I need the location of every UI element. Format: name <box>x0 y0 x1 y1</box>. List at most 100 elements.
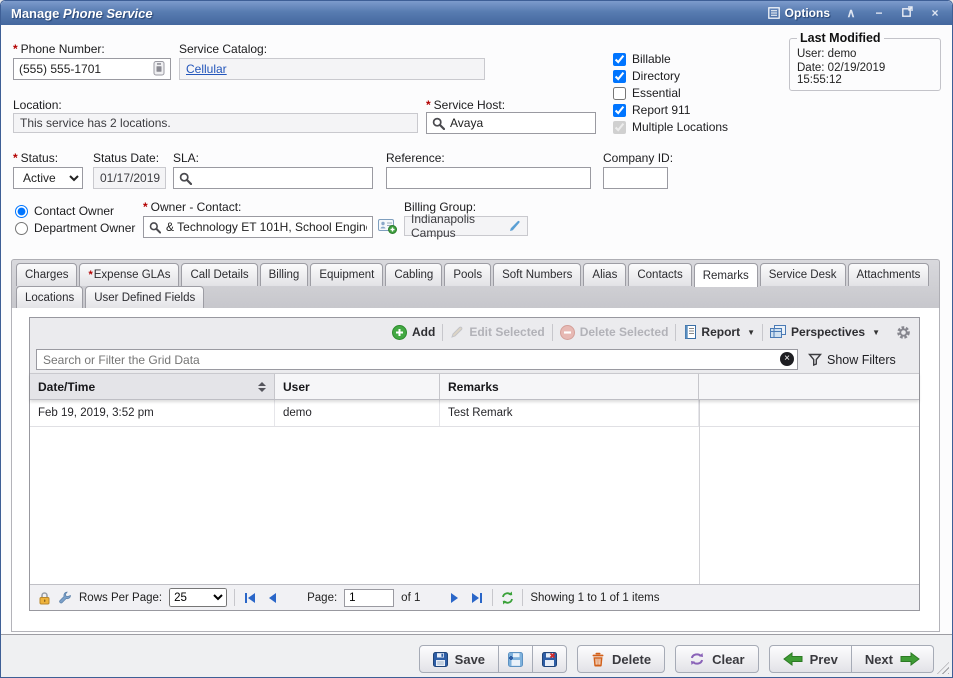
tab-pools[interactable]: Pools <box>444 263 491 286</box>
gear-icon[interactable] <box>896 325 911 340</box>
page-input[interactable] <box>344 589 394 607</box>
company-id-label: Company ID: <box>603 151 673 165</box>
cell-datetime: Feb 19, 2019, 3:52 pm <box>30 400 275 426</box>
report-911-checkbox[interactable] <box>613 104 626 117</box>
cell-empty <box>699 400 919 426</box>
perspectives-icon <box>770 325 786 339</box>
service-catalog-field: Cellular <box>179 58 485 80</box>
sort-icon <box>258 382 266 392</box>
last-page-button[interactable] <box>469 592 485 604</box>
tab-charges[interactable]: Charges <box>16 263 77 286</box>
popout-glyph-icon <box>902 6 913 17</box>
minimize-icon[interactable]: − <box>872 6 886 20</box>
save-button[interactable]: Save <box>419 645 499 673</box>
edit-pencil-icon[interactable] <box>509 220 521 232</box>
rows-per-page-select[interactable]: 25 <box>169 588 227 607</box>
prev-button[interactable]: Prev <box>769 645 852 673</box>
tab-call-details[interactable]: Call Details <box>181 263 257 286</box>
clear-button[interactable]: Clear <box>675 645 759 673</box>
billing-group-field: Indianapolis Campus <box>404 216 528 236</box>
service-host-value: Avaya <box>450 116 483 130</box>
reference-input[interactable] <box>386 167 591 189</box>
tab-expense-glas[interactable]: *Expense GLAs <box>79 263 179 286</box>
popout-icon[interactable] <box>900 6 914 20</box>
column-divider <box>699 400 700 584</box>
tab-locations[interactable]: Locations <box>16 286 83 309</box>
chevron-down-icon: ▼ <box>872 328 880 337</box>
options-button[interactable]: Options <box>768 6 830 20</box>
show-filters-button[interactable]: Show Filters <box>808 353 896 367</box>
add-icon <box>392 325 407 340</box>
last-modified-legend: Last Modified <box>797 31 884 45</box>
service-host-lookup[interactable]: Avaya <box>426 112 596 134</box>
save-and-close-button[interactable] <box>533 645 567 673</box>
sla-lookup[interactable] <box>173 167 373 189</box>
clear-refresh-icon <box>689 652 705 666</box>
trash-icon <box>591 652 605 667</box>
phone-number-input[interactable] <box>13 58 171 80</box>
add-button[interactable]: Add <box>392 325 435 340</box>
perspectives-button[interactable]: Perspectives ▼ <box>770 325 880 339</box>
tab-service-desk[interactable]: Service Desk <box>760 263 846 286</box>
lock-icon[interactable] <box>38 591 51 605</box>
grid-pagination-bar: Rows Per Page: 25 Page: of 1 Showing 1 t… <box>30 584 919 610</box>
resize-grip[interactable] <box>937 662 949 674</box>
report-911-label: Report 911 <box>632 103 690 117</box>
required-asterisk: * <box>426 98 431 112</box>
required-asterisk: * <box>143 200 148 214</box>
essential-checkbox[interactable] <box>613 87 626 100</box>
tab-remarks[interactable]: Remarks <box>694 263 758 287</box>
tab-user-defined-fields[interactable]: User Defined Fields <box>85 286 204 309</box>
page-label: Page: <box>307 592 337 604</box>
prev-page-button[interactable] <box>265 592 279 604</box>
table-row[interactable]: Feb 19, 2019, 3:52 pm demo Test Remark <box>30 400 919 427</box>
column-header-remarks[interactable]: Remarks <box>440 374 699 399</box>
owner-contact-lookup[interactable]: & Technology ET 101H, School Engineer <box>143 216 373 238</box>
service-catalog-link[interactable]: Cellular <box>186 62 227 76</box>
toolbar-separator <box>552 324 553 341</box>
billable-checkbox[interactable] <box>613 53 626 66</box>
window-title-prefix: Manage <box>11 6 59 21</box>
tab-contacts[interactable]: Contacts <box>628 263 691 286</box>
grid-search-row: × Show Filters <box>30 346 919 373</box>
next-page-button[interactable] <box>448 592 462 604</box>
phone-extension-icon[interactable] <box>153 61 165 81</box>
department-owner-radio[interactable] <box>15 222 28 235</box>
clear-search-icon[interactable]: × <box>780 352 794 366</box>
tab-alias[interactable]: Alias <box>583 263 626 286</box>
tab-billing[interactable]: Billing <box>260 263 309 286</box>
wrench-icon[interactable] <box>58 591 72 605</box>
next-button[interactable]: Next <box>852 645 934 673</box>
cell-remarks: Test Remark <box>440 400 699 426</box>
status-select[interactable]: Active <box>13 167 83 189</box>
search-input[interactable] <box>36 349 798 370</box>
contact-owner-radio[interactable] <box>15 205 28 218</box>
tab-soft-numbers[interactable]: Soft Numbers <box>493 263 581 286</box>
cell-user: demo <box>275 400 440 426</box>
company-id-input[interactable] <box>603 167 668 189</box>
essential-checkbox-row: Essential <box>613 86 681 100</box>
collapse-icon[interactable]: ∧ <box>844 6 858 20</box>
manage-phone-service-window: Manage Phone Service Options ∧ − × *Phon… <box>0 0 953 678</box>
tab-equipment[interactable]: Equipment <box>310 263 383 286</box>
last-modified-box: Last Modified User: demo Date: 02/19/201… <box>789 31 941 91</box>
delete-button[interactable]: Delete <box>577 645 665 673</box>
column-header-datetime[interactable]: Date/Time <box>30 374 275 399</box>
pager-separator <box>522 589 523 606</box>
service-host-label: *Service Host: <box>426 98 505 112</box>
first-page-button[interactable] <box>242 592 258 604</box>
options-list-icon <box>768 7 780 19</box>
add-contact-icon[interactable] <box>378 218 397 239</box>
report-button[interactable]: Report ▼ <box>683 325 755 339</box>
close-icon[interactable]: × <box>928 6 942 20</box>
phone-number-label: *Phone Number: <box>13 42 105 56</box>
remarks-grid: Add Edit Selected Delete Selected Report… <box>29 317 920 611</box>
tab-cabling[interactable]: Cabling <box>385 263 442 286</box>
tab-attachments[interactable]: Attachments <box>848 263 930 286</box>
last-modified-user: User: demo <box>797 48 933 60</box>
column-header-user[interactable]: User <box>275 374 440 399</box>
directory-checkbox[interactable] <box>613 70 626 83</box>
multiple-locations-checkbox <box>613 121 626 134</box>
save-and-new-button[interactable] <box>499 645 533 673</box>
refresh-icon[interactable] <box>500 591 515 605</box>
